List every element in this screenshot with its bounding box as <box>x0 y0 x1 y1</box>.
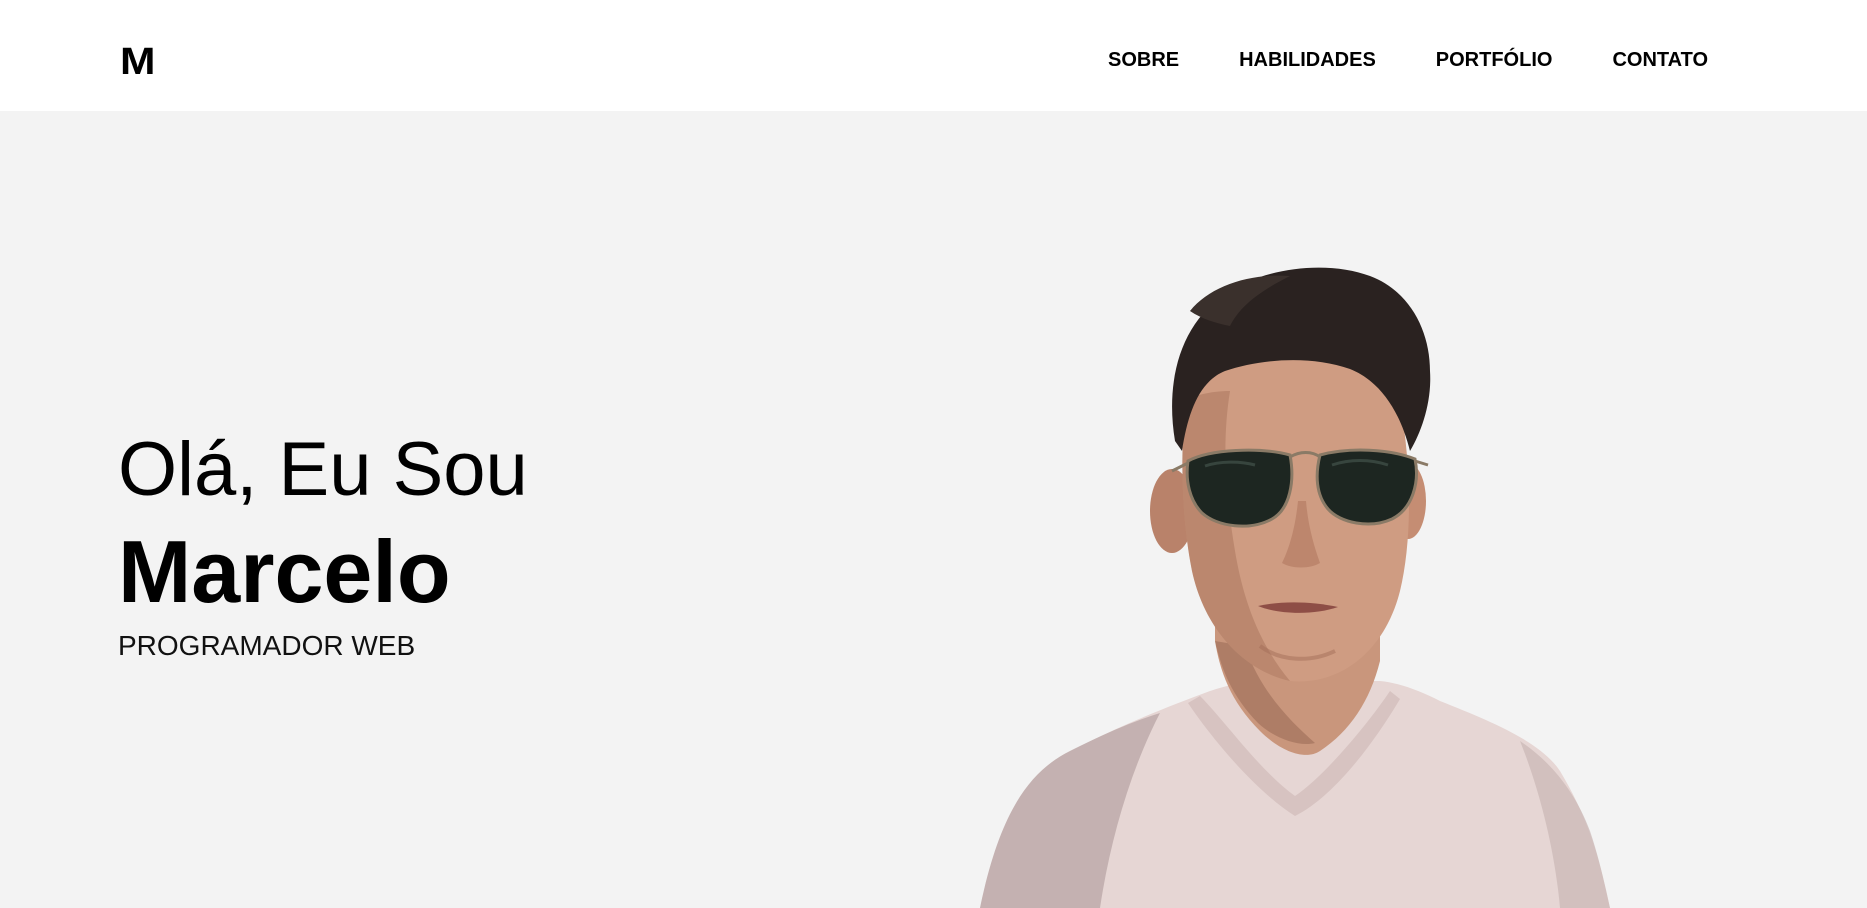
hero-section: Olá, Eu Sou Marcelo PROGRAMADOR WEB <box>0 111 1867 908</box>
nav-link-portfolio[interactable]: PORTFÓLIO <box>1436 48 1553 72</box>
nav-link-habilidades[interactable]: HABILIDADES <box>1239 48 1376 72</box>
hero-role: PROGRAMADOR WEB <box>118 630 416 661</box>
hero-greeting: Olá, Eu Sou <box>118 427 528 512</box>
site-logo[interactable]: M <box>120 40 155 84</box>
nav-link-sobre[interactable]: SOBRE <box>1108 48 1179 72</box>
nav-link-contato[interactable]: CONTATO <box>1612 48 1708 72</box>
hero-name: Marcelo <box>118 522 451 621</box>
main-nav: SOBRE HABILIDADES PORTFÓLIO CONTATO <box>1108 48 1708 72</box>
profile-photo <box>980 267 1610 908</box>
site-header: M SOBRE HABILIDADES PORTFÓLIO CONTATO <box>0 0 1867 111</box>
